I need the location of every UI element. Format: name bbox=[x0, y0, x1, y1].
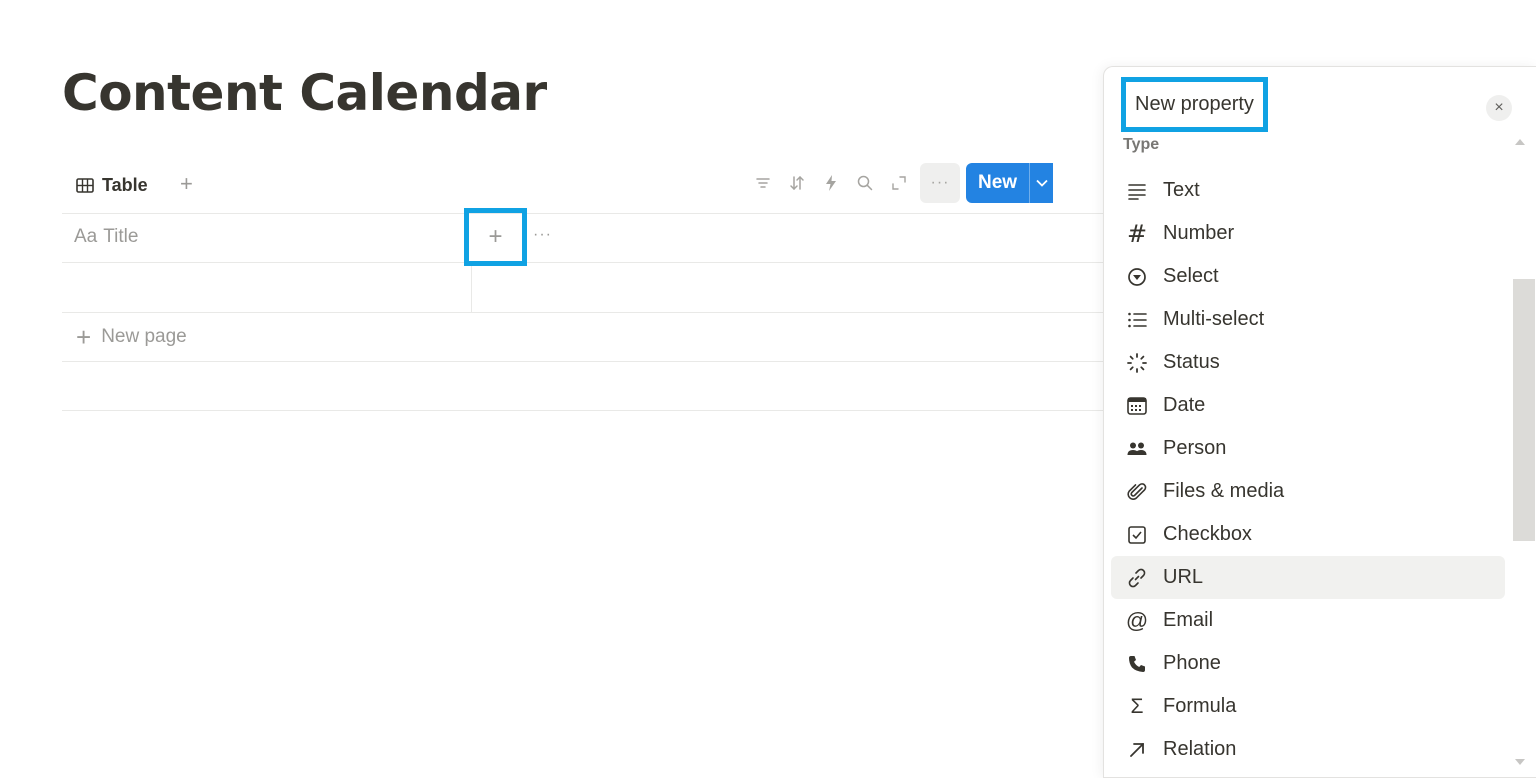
type-item-phone[interactable]: Phone bbox=[1111, 642, 1505, 685]
database-toolbar: ··· New bbox=[746, 163, 1054, 203]
type-item-label: Person bbox=[1163, 437, 1227, 459]
column-header-title[interactable]: Aa Title bbox=[74, 226, 138, 248]
type-item-files-media[interactable]: Files & media bbox=[1111, 470, 1505, 513]
list-icon bbox=[1125, 308, 1149, 332]
column-more-button[interactable]: ··· bbox=[533, 226, 552, 244]
calendar-icon bbox=[1125, 394, 1149, 418]
close-icon[interactable]: × bbox=[1486, 95, 1512, 121]
property-name-input[interactable]: New property bbox=[1121, 77, 1268, 132]
type-item-label: Status bbox=[1163, 351, 1220, 373]
type-item-status[interactable]: Status bbox=[1111, 341, 1505, 384]
type-item-number[interactable]: # Number bbox=[1111, 212, 1505, 255]
type-item-multi-select[interactable]: Multi-select bbox=[1111, 298, 1505, 341]
text-type-icon: Aa bbox=[74, 226, 98, 247]
type-item-email[interactable]: @ Email bbox=[1111, 599, 1505, 642]
more-options-button[interactable]: ··· bbox=[920, 163, 960, 203]
people-icon bbox=[1125, 437, 1149, 461]
type-item-label: Formula bbox=[1163, 695, 1237, 717]
table-grid-icon bbox=[76, 177, 94, 193]
type-item-label: Files & media bbox=[1163, 480, 1285, 502]
column-header-label: Title bbox=[103, 226, 139, 247]
type-item-label: Select bbox=[1163, 265, 1219, 287]
hash-icon: # bbox=[1126, 219, 1148, 248]
type-item-text[interactable]: Text bbox=[1111, 169, 1505, 212]
type-item-label: Number bbox=[1163, 222, 1235, 244]
table-divider bbox=[62, 312, 1104, 313]
scroll-down-arrow[interactable] bbox=[1515, 759, 1525, 765]
type-item-label: Relation bbox=[1163, 738, 1237, 760]
view-tab-table[interactable]: Table bbox=[76, 171, 148, 199]
status-spinner-icon bbox=[1125, 351, 1149, 375]
property-type-list: Text # Number Select Multi-select Status… bbox=[1111, 169, 1505, 771]
view-tab-label: Table bbox=[102, 174, 148, 195]
automation-bolt-icon[interactable] bbox=[814, 166, 848, 200]
table-row[interactable] bbox=[62, 263, 471, 312]
type-item-label: URL bbox=[1163, 566, 1204, 588]
type-item-label: Date bbox=[1163, 394, 1206, 416]
new-property-panel: New property × Type Text # Number Select… bbox=[1103, 66, 1536, 778]
type-item-person[interactable]: Person bbox=[1111, 427, 1505, 470]
type-item-label: Phone bbox=[1163, 652, 1221, 674]
type-item-label: Email bbox=[1163, 609, 1214, 631]
type-item-date[interactable]: Date bbox=[1111, 384, 1505, 427]
scroll-up-arrow[interactable] bbox=[1515, 139, 1525, 145]
scrollbar-thumb[interactable] bbox=[1513, 279, 1535, 541]
add-property-button[interactable]: + bbox=[464, 208, 527, 266]
at-icon: @ bbox=[1125, 607, 1149, 633]
phone-icon bbox=[1125, 652, 1149, 676]
type-item-checkbox[interactable]: Checkbox bbox=[1111, 513, 1505, 556]
checkbox-icon bbox=[1125, 523, 1149, 547]
chevron-down-icon[interactable] bbox=[1029, 163, 1053, 203]
type-item-select[interactable]: Select bbox=[1111, 255, 1505, 298]
type-item-formula[interactable]: Σ Formula bbox=[1111, 685, 1505, 728]
filter-icon[interactable] bbox=[746, 166, 780, 200]
type-item-label: Multi-select bbox=[1163, 308, 1265, 330]
search-icon[interactable] bbox=[848, 166, 882, 200]
type-section-label: Type bbox=[1123, 136, 1160, 153]
new-button[interactable]: New bbox=[966, 163, 1054, 203]
select-circle-icon bbox=[1125, 265, 1149, 289]
new-page-button[interactable]: + New page bbox=[76, 324, 187, 350]
paperclip-icon bbox=[1125, 480, 1149, 504]
page-title[interactable]: Content Calendar bbox=[62, 64, 547, 122]
type-item-label: Checkbox bbox=[1163, 523, 1252, 545]
type-item-label: Text bbox=[1163, 179, 1200, 201]
plus-icon: + bbox=[76, 322, 92, 352]
expand-icon[interactable] bbox=[882, 166, 916, 200]
link-icon bbox=[1125, 566, 1149, 590]
sigma-icon: Σ bbox=[1130, 694, 1144, 718]
text-lines-icon bbox=[1125, 179, 1149, 203]
new-page-label: New page bbox=[101, 326, 187, 347]
arrow-up-right-icon bbox=[1125, 738, 1149, 762]
column-divider bbox=[471, 262, 472, 312]
type-item-relation[interactable]: Relation bbox=[1111, 728, 1505, 771]
table-divider bbox=[62, 213, 1104, 214]
sort-icon[interactable] bbox=[780, 166, 814, 200]
new-button-label: New bbox=[978, 172, 1018, 193]
table-divider bbox=[62, 410, 1104, 411]
add-view-button[interactable]: + bbox=[180, 170, 193, 198]
table-divider bbox=[62, 361, 1104, 362]
type-item-url[interactable]: URL bbox=[1111, 556, 1505, 599]
